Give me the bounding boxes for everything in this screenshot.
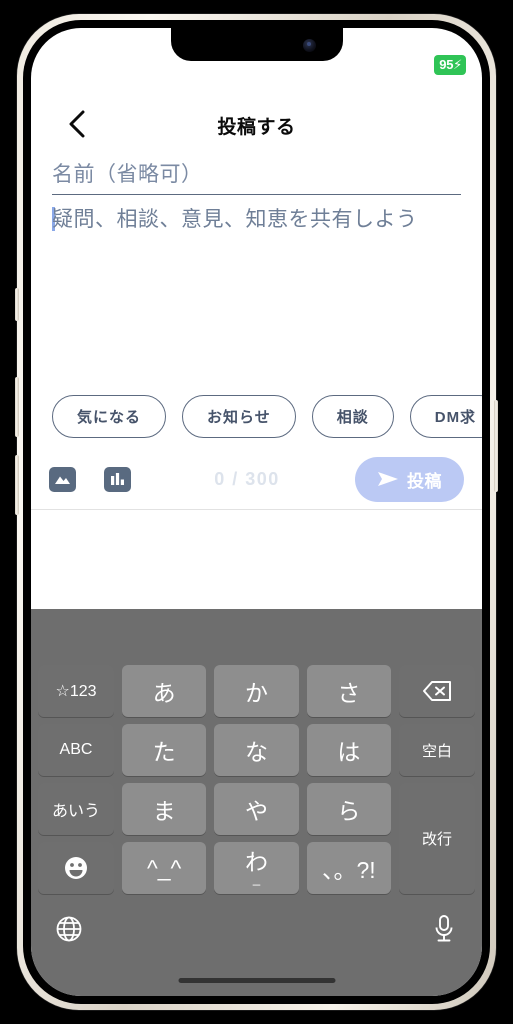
globe-language-button[interactable] [53, 915, 85, 947]
key-ma-row[interactable]: ま [122, 783, 207, 835]
volume-down-button[interactable] [15, 455, 19, 515]
front-camera [302, 39, 316, 52]
suggestion-bar[interactable] [31, 609, 482, 665]
image-icon [54, 472, 71, 486]
toolbar-divider [31, 509, 482, 510]
emoji-smiley-icon [63, 855, 89, 881]
key-ra-row[interactable]: ら [306, 783, 391, 835]
compose-toolbar: 0 / 300 投稿 [31, 448, 482, 510]
key-sa-row[interactable]: さ [306, 665, 391, 717]
tag-chip-row[interactable]: 気になる お知らせ 相談 DM求 [31, 390, 482, 442]
key-delete[interactable] [399, 665, 475, 717]
name-input[interactable]: 名前（省略可） [52, 158, 461, 195]
key-ka-row[interactable]: か [214, 665, 299, 717]
app-header: 投稿する [31, 98, 482, 152]
microphone-icon [432, 914, 456, 949]
poll-button[interactable] [104, 466, 131, 492]
mute-switch[interactable] [15, 288, 19, 321]
phone-screen: 95 ⚡ 投稿する 名前（省略可） 疑問、相談、意見、知恵を共有しよう 気になる… [31, 28, 482, 996]
key-na-row[interactable]: な [214, 724, 299, 776]
tag-chip[interactable]: 気になる [52, 394, 167, 438]
battery-status-badge: 95 ⚡ [434, 55, 466, 75]
charging-bolt-icon: ⚡ [453, 57, 462, 72]
key-kana-aiu[interactable]: あいう [38, 783, 114, 835]
key-a-row[interactable]: あ [122, 665, 207, 717]
notch [170, 28, 343, 61]
page-title: 投稿する [217, 116, 296, 138]
key-return[interactable]: 改行 [399, 783, 475, 894]
screenshot-stage: 95 ⚡ 投稿する 名前（省略可） 疑問、相談、意見、知恵を共有しよう 気になる… [0, 0, 513, 1024]
post-button-label: 投稿 [407, 471, 442, 491]
character-counter: 0 / 300 [214, 468, 280, 489]
key-ha-row[interactable]: は [306, 724, 391, 776]
chevron-left-icon [67, 109, 87, 139]
poll-bar-chart-icon [110, 472, 125, 486]
post-button[interactable]: 投稿 [355, 456, 464, 502]
key-ya-row[interactable]: や [214, 783, 299, 835]
key-kaomoji[interactable]: ^_^ [122, 842, 207, 894]
key-ta-row[interactable]: た [122, 724, 207, 776]
keyboard-bottom-row [31, 904, 482, 958]
key-wa-sublabel: _ [252, 871, 261, 886]
delete-backspace-icon [422, 680, 452, 702]
power-button[interactable] [494, 400, 498, 492]
key-punctuation[interactable]: 、。?! [306, 842, 391, 894]
key-wa-row[interactable]: わ _ [214, 842, 299, 894]
tag-chip[interactable]: お知らせ [182, 394, 296, 438]
tag-chip[interactable]: DM求 [409, 394, 482, 438]
software-keyboard: ☆123 あ か さ ABC た な は 空白 あいう ま や ら 改行 ^_^… [31, 609, 482, 996]
volume-up-button[interactable] [15, 377, 19, 437]
back-button[interactable] [59, 106, 95, 142]
battery-level-text: 95 [439, 57, 454, 72]
key-grid: ☆123 あ か さ ABC た な は 空白 あいう ま や ら 改行 ^_^… [31, 665, 482, 894]
dictation-button[interactable] [428, 914, 460, 949]
key-space[interactable]: 空白 [399, 724, 475, 776]
key-emoji[interactable] [38, 842, 114, 894]
send-icon [377, 470, 399, 488]
globe-icon [55, 915, 83, 948]
home-indicator[interactable] [178, 978, 335, 983]
tag-chip[interactable]: 相談 [311, 394, 394, 438]
key-abc[interactable]: ABC [38, 724, 114, 776]
body-placeholder-text: 疑問、相談、意見、知恵を共有しよう [52, 208, 418, 231]
image-attach-button[interactable] [49, 466, 76, 492]
key-symbols-123[interactable]: ☆123 [38, 665, 114, 717]
